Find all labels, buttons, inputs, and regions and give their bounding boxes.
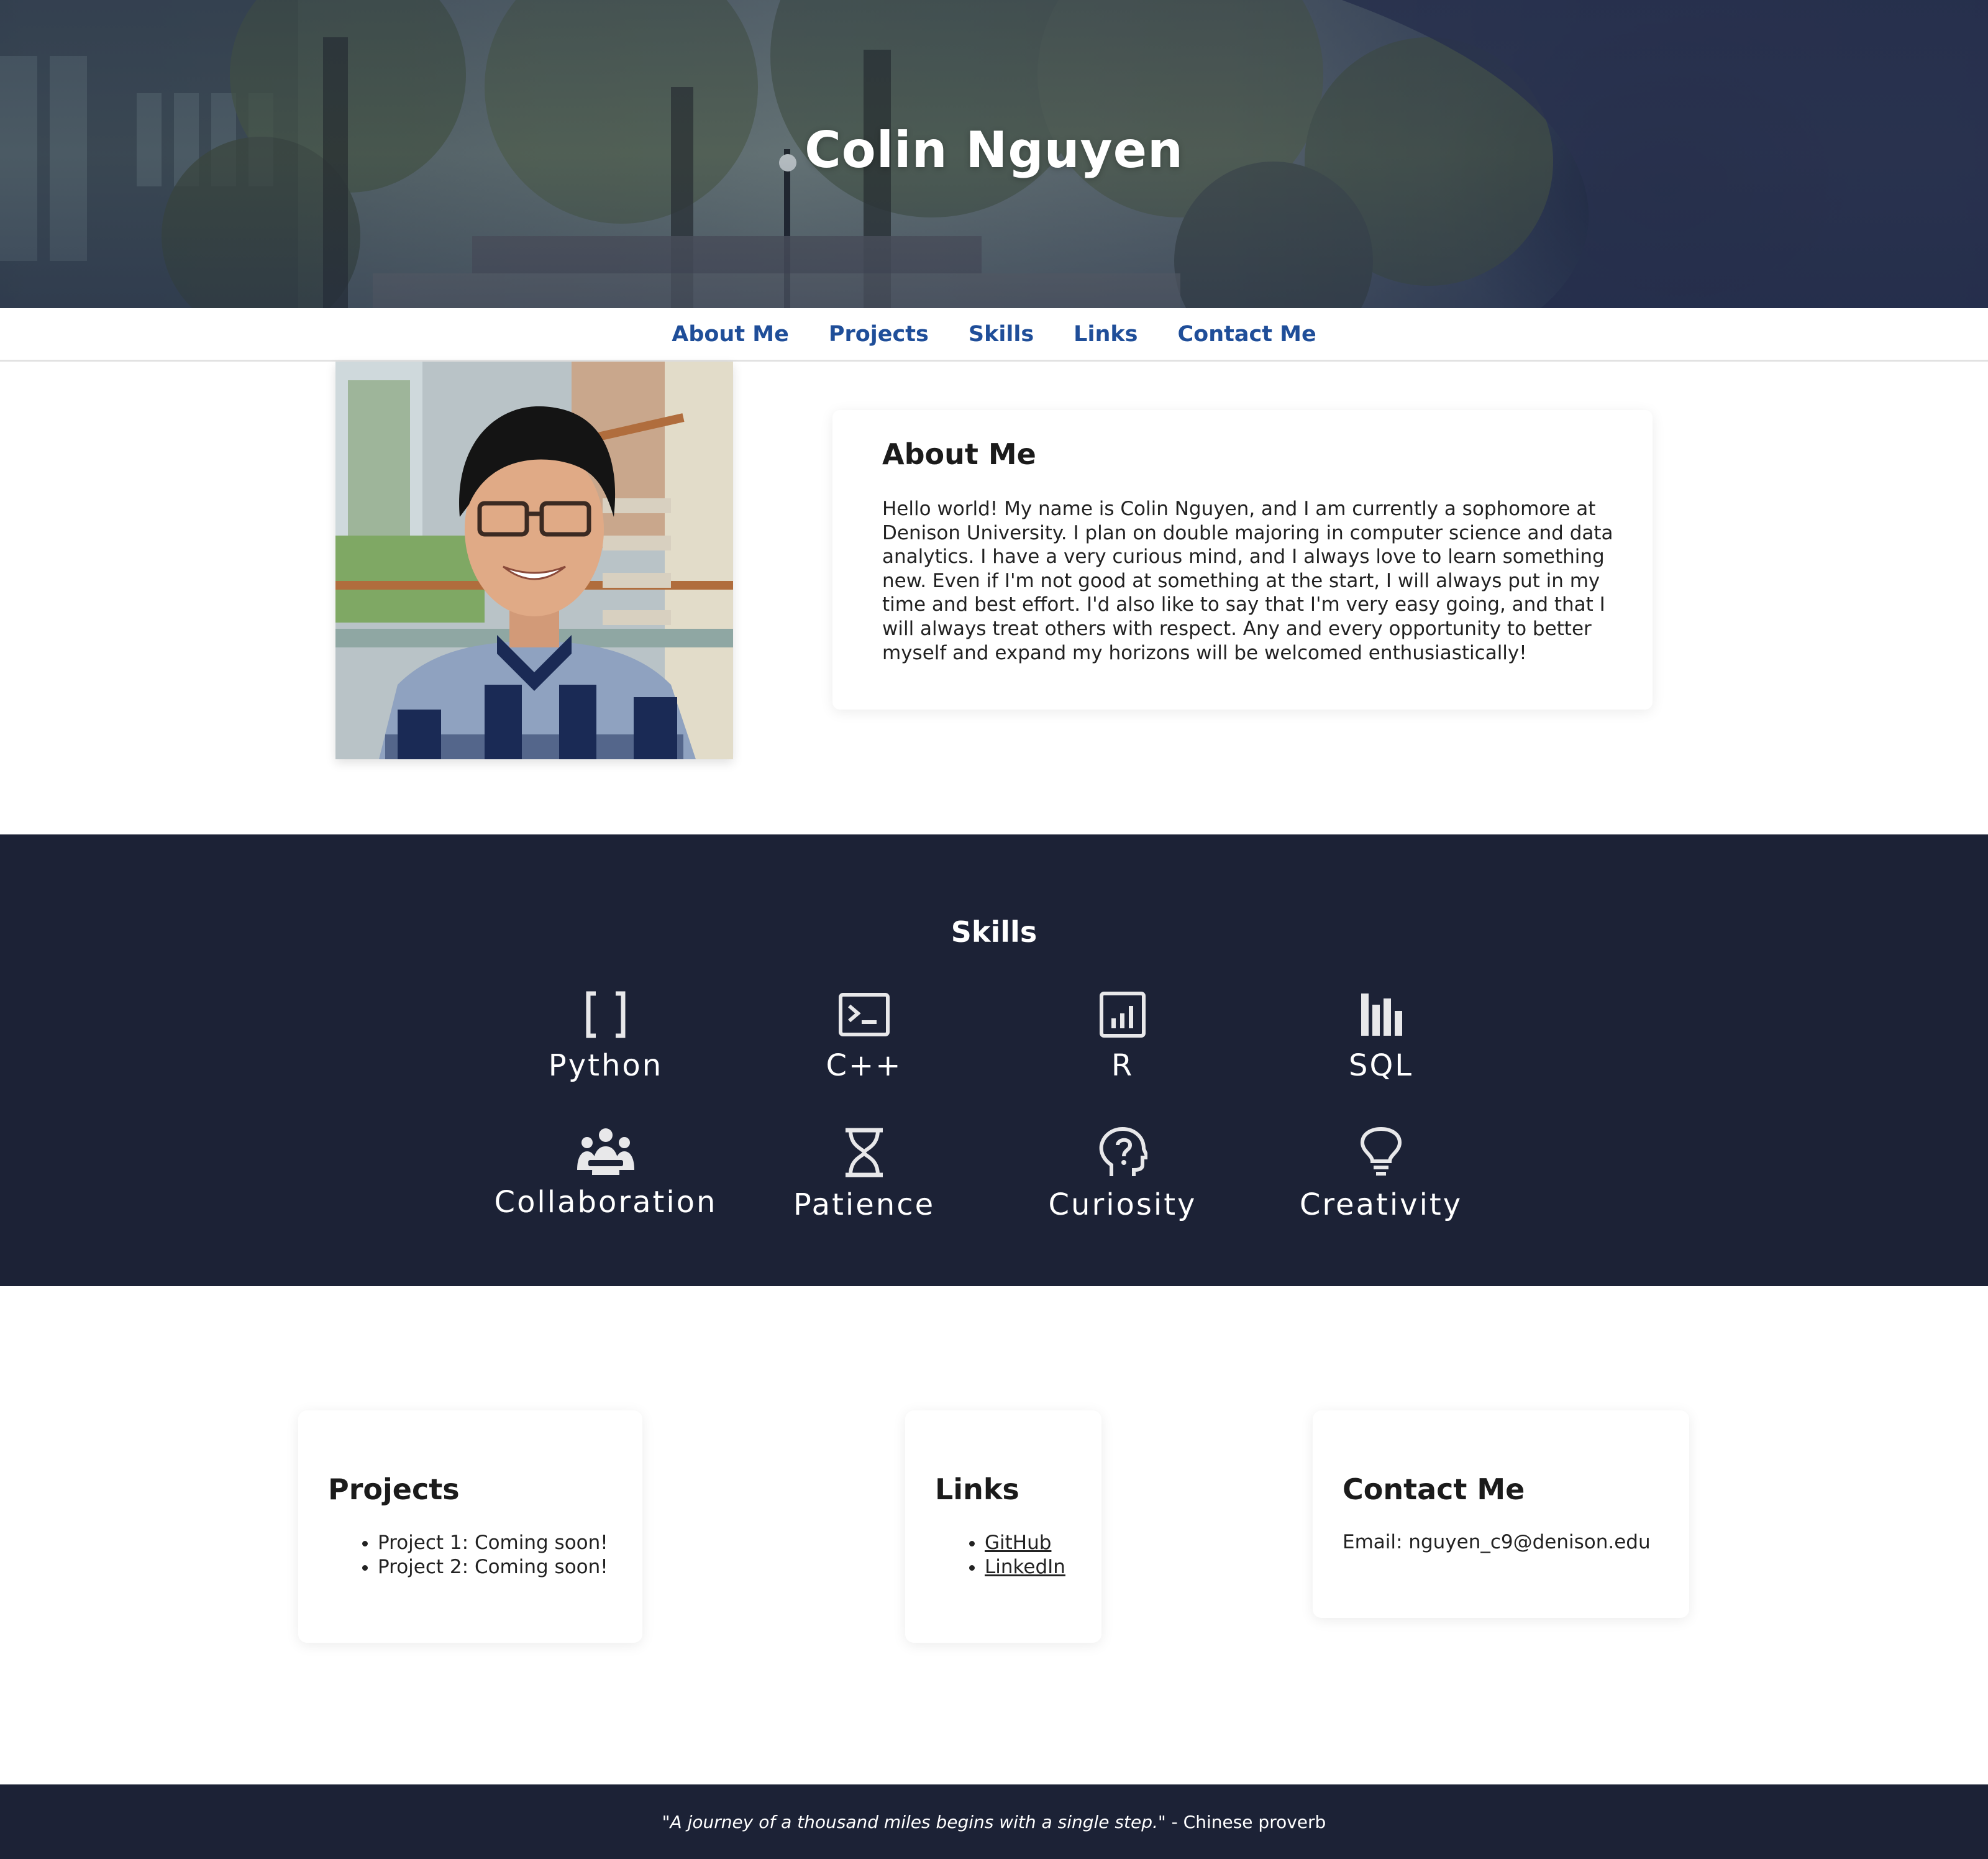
skill-label: Patience <box>793 1187 936 1222</box>
skill-creativity: Creativity <box>1251 1126 1512 1222</box>
skill-label: Curiosity <box>1048 1187 1197 1222</box>
skill-sql: SQL <box>1251 990 1512 1083</box>
contact-me-heading: Contact Me <box>1343 1473 1525 1506</box>
linkedin-link[interactable]: LinkedIn <box>985 1556 1065 1578</box>
links-list: GitHub LinkedIn <box>985 1531 1073 1579</box>
columns-chart-icon <box>1361 993 1402 1036</box>
hero-banner: Colin Nguyen <box>0 0 1988 308</box>
footer-attribution: - Chinese proverb <box>1165 1811 1326 1832</box>
profile-photo <box>335 362 733 759</box>
skill-label: Collaboration <box>494 1185 718 1220</box>
skills-heading: Skills <box>951 915 1037 949</box>
terminal-icon <box>839 993 890 1036</box>
projects-card: Projects Project 1: Coming soon! Project… <box>298 1410 642 1643</box>
skill-label: C++ <box>826 1048 903 1083</box>
main-nav: About Me Projects Skills Links Contact M… <box>0 308 1988 362</box>
nav-skills[interactable]: Skills <box>969 322 1034 347</box>
links-card: Links GitHub LinkedIn <box>905 1410 1101 1643</box>
skill-label: SQL <box>1349 1048 1413 1083</box>
bar-chart-icon <box>1100 992 1146 1038</box>
nav-projects[interactable]: Projects <box>829 322 929 347</box>
about-me-heading: About Me <box>882 437 1036 471</box>
skills-section: Skills Python C++ R SQL Collaboration Pa… <box>0 834 1988 1286</box>
skill-label: R <box>1111 1048 1134 1083</box>
about-me-card: About Me Hello world! My name is Colin N… <box>832 410 1653 710</box>
skill-label: Python <box>548 1048 663 1083</box>
nav-links[interactable]: Links <box>1074 322 1138 347</box>
nav-contact-me[interactable]: Contact Me <box>1178 322 1316 347</box>
link-item: GitHub <box>985 1531 1073 1555</box>
skill-cpp: C++ <box>734 990 995 1083</box>
project-item: Project 2: Coming soon! <box>378 1555 614 1579</box>
nav-about-me[interactable]: About Me <box>672 322 789 347</box>
skill-label: Creativity <box>1299 1187 1463 1222</box>
skill-curiosity: Curiosity <box>992 1126 1253 1222</box>
brackets-icon <box>586 991 626 1038</box>
github-link[interactable]: GitHub <box>985 1532 1051 1554</box>
contact-email: Email: nguyen_c9@denison.edu <box>1343 1531 1651 1553</box>
site-title: Colin Nguyen <box>805 121 1183 179</box>
contact-me-card: Contact Me Email: nguyen_c9@denison.edu <box>1313 1410 1689 1618</box>
projects-list: Project 1: Coming soon! Project 2: Comin… <box>378 1531 614 1579</box>
question-head-icon <box>1099 1126 1147 1176</box>
footer-quote: "A journey of a thousand miles begins wi… <box>662 1811 1166 1832</box>
skill-collaboration: Collaboration <box>475 1126 736 1220</box>
group-icon <box>577 1128 634 1175</box>
lightbulb-icon <box>1360 1126 1402 1176</box>
link-item: LinkedIn <box>985 1555 1073 1579</box>
skill-python: Python <box>475 990 736 1083</box>
skill-r: R <box>992 990 1253 1083</box>
about-me-text: Hello world! My name is Colin Nguyen, an… <box>882 498 1613 664</box>
skill-patience: Patience <box>734 1126 995 1222</box>
projects-heading: Projects <box>328 1473 460 1506</box>
hourglass-icon <box>846 1128 883 1177</box>
project-item: Project 1: Coming soon! <box>378 1531 614 1555</box>
footer: "A journey of a thousand miles begins wi… <box>0 1784 1988 1859</box>
links-heading: Links <box>935 1473 1019 1506</box>
